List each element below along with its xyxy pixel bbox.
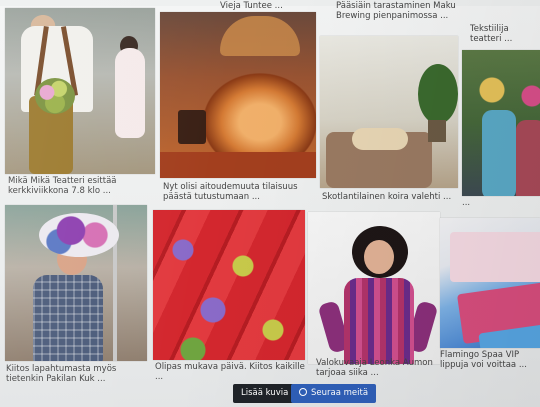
photo-detail <box>450 232 540 282</box>
photo-detail <box>160 152 316 178</box>
gallery-photo-spa-poster[interactable] <box>440 218 540 348</box>
follow-us-label: Seuraa meitä <box>311 388 369 398</box>
load-more-label: Lisää kuvia <box>241 388 289 398</box>
gallery-photo-man-with-flowers[interactable] <box>5 8 155 174</box>
photo-detail <box>39 213 119 257</box>
load-more-button[interactable]: Lisää kuvia <box>233 384 297 403</box>
screen: Vieja Tuntee ... Pääsiäin tarastaminen M… <box>0 0 540 407</box>
gallery-caption-3[interactable]: Skotlantilainen koira valehti ... <box>322 192 458 204</box>
photo-detail <box>364 240 394 274</box>
photo-detail <box>344 278 414 364</box>
top-caption-1: Vieja Tuntee ... <box>220 1 283 11</box>
photo-detail <box>33 275 103 361</box>
gallery-caption-4[interactable]: ... <box>462 198 540 210</box>
photo-detail <box>418 64 458 124</box>
gallery-photo-woman-flower-hat[interactable] <box>5 205 147 361</box>
gallery-photo-dog-on-couch[interactable] <box>320 36 458 188</box>
photo-detail <box>352 128 408 150</box>
photo-detail <box>35 78 75 114</box>
gallery-photo-red-flower-boxes[interactable] <box>153 210 305 360</box>
follow-us-button[interactable]: Seuraa meitä <box>291 384 377 403</box>
top-caption-2: Pääsiäin tarastaminen Maku Brewing pienp… <box>336 1 456 21</box>
top-caption-3: Tekstiilija teatteri ... <box>470 24 513 44</box>
gallery-caption-6[interactable]: Olipas mukava päivä. Kiitos kaikille ... <box>155 362 305 382</box>
gallery-caption-8[interactable]: Flamingo Spaa VIP lippuja voi voittaa ..… <box>440 350 540 372</box>
instagram-icon <box>299 388 307 396</box>
gallery-caption-2[interactable]: Nyt olisi aitoudemuuta tilaisuus päästä … <box>163 182 313 204</box>
gallery-photo-flower-festival[interactable] <box>462 50 540 196</box>
gallery-caption-5[interactable]: Kiitos lapahtumasta myös tietenkin Pakil… <box>6 364 150 386</box>
gallery-caption-1[interactable]: Mikä Mikä Teatteri esittää kerkkiviikkon… <box>8 176 156 198</box>
gallery-caption-7[interactable]: Valokuvaaja Leonka Aumon tarjoaa siika .… <box>316 358 440 380</box>
photo-detail <box>482 110 516 196</box>
photo-detail <box>428 120 446 142</box>
gallery-photo-woman-folk-costume[interactable] <box>308 212 440 364</box>
photo-detail <box>516 120 540 196</box>
gallery-photo-copper-kettle[interactable] <box>160 12 316 178</box>
photo-detail <box>115 48 145 138</box>
photo-detail <box>220 16 300 56</box>
photo-detail <box>178 110 206 144</box>
